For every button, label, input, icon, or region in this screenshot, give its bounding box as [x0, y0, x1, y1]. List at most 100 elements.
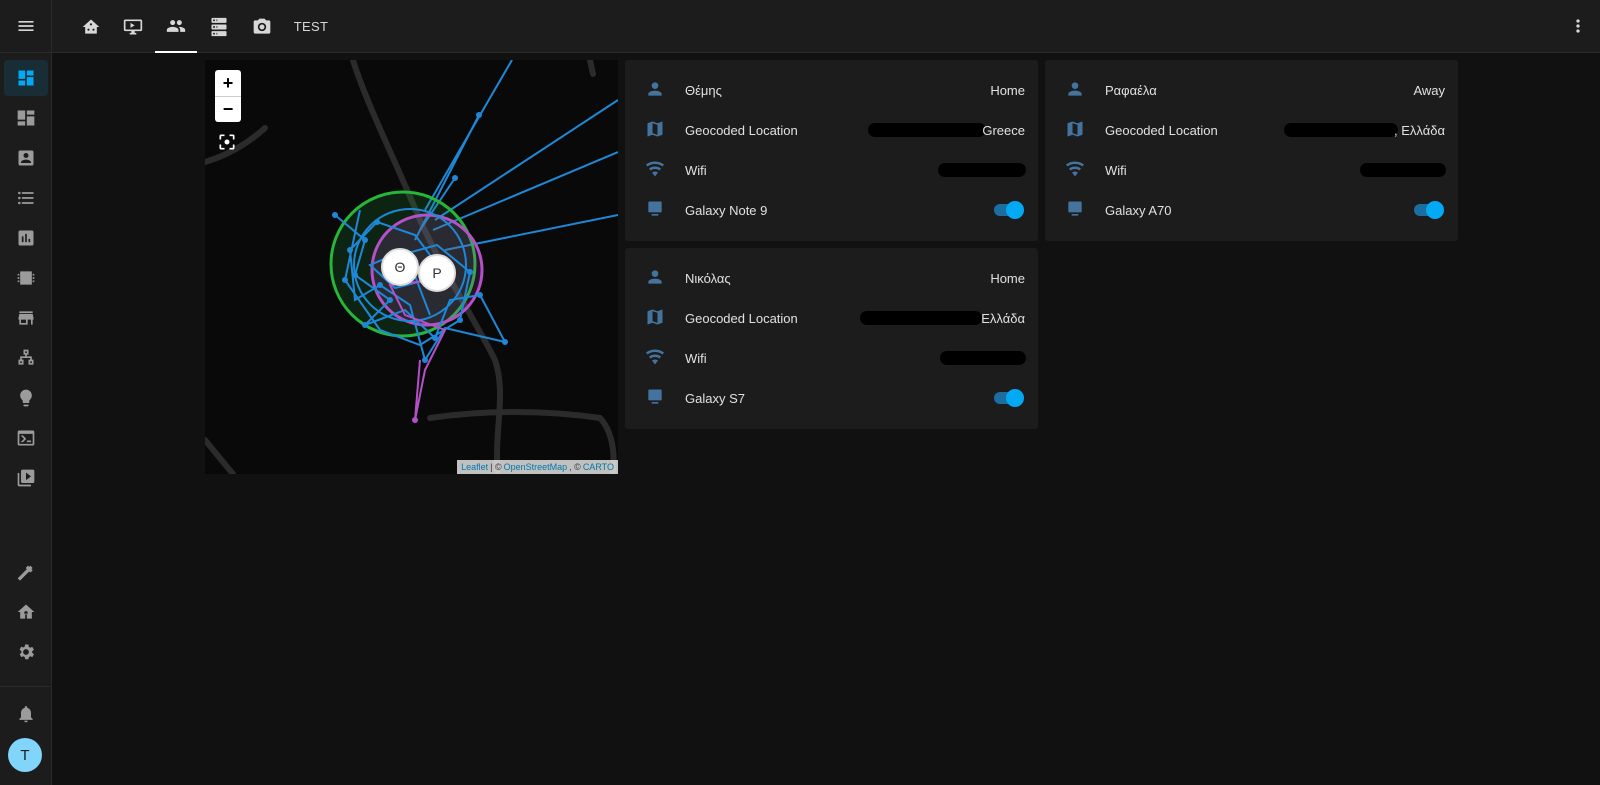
- entity-state: Away: [1413, 82, 1445, 98]
- person-marker[interactable]: Θ: [381, 248, 419, 286]
- tab-servers[interactable]: [198, 0, 240, 53]
- entity-state: , Ελλάδα: [1394, 122, 1445, 138]
- entity-state: Ελλάδα: [981, 310, 1025, 326]
- entity-name: Geocoded Location: [685, 122, 798, 138]
- overflow-menu-button[interactable]: [1568, 16, 1588, 36]
- sidebar-item-history[interactable]: [0, 218, 52, 258]
- sidebar-item-energy[interactable]: [0, 258, 52, 298]
- zoom-out-button[interactable]: −: [215, 96, 241, 122]
- home-assistant-icon: [82, 19, 100, 34]
- entity-row-geocoded-location[interactable]: Geocoded Location , Ελλάδα: [1045, 110, 1458, 150]
- sidebar-item-network[interactable]: [0, 338, 52, 378]
- store-icon: [18, 311, 34, 325]
- tab-test[interactable]: TEST: [285, 0, 337, 53]
- view-dashboard-icon: [18, 70, 34, 86]
- redacted-value: [860, 311, 982, 325]
- chart-box-icon: [18, 230, 34, 246]
- entity-row-person[interactable]: Ραφαέλα Away: [1045, 70, 1458, 110]
- tab-test-label: TEST: [293, 19, 329, 34]
- sidebar-divider: [0, 686, 52, 687]
- entity-row-geocoded-location[interactable]: Geocoded Location Greece: [625, 110, 1038, 150]
- format-list-bulleted-icon: [18, 191, 34, 205]
- map-card[interactable]: + − Θ P Leaflet | © OpenStreetMap , © CA…: [205, 60, 618, 474]
- entity-name: Galaxy Note 9: [685, 202, 768, 218]
- lightbulb-icon: [20, 389, 32, 407]
- openstreetmap-link[interactable]: OpenStreetMap: [504, 462, 568, 472]
- image-filter-center-focus-icon: [219, 134, 235, 150]
- entity-state: Home: [990, 270, 1025, 286]
- home-gear-icon: [17, 604, 35, 619]
- sidebar-item-logbook[interactable]: [0, 178, 52, 218]
- redacted-value: [1284, 123, 1398, 137]
- cellphone-icon: [1065, 199, 1087, 221]
- map-icon: [1065, 119, 1087, 141]
- zoom-control: + −: [215, 70, 241, 122]
- sidebar: T: [0, 0, 52, 785]
- sidebar-item-developer-tools[interactable]: [0, 552, 52, 592]
- wifi-icon: [645, 347, 667, 369]
- sidebar-item-notifications[interactable]: [0, 694, 52, 734]
- entities-card: Θέμης Home Geocoded Location Greece Wifi…: [625, 60, 1038, 241]
- cog-icon: [19, 644, 34, 660]
- cellphone-icon: [645, 199, 667, 221]
- sidebar-item-terminal[interactable]: [0, 418, 52, 458]
- entity-name: Galaxy A70: [1105, 202, 1172, 218]
- attribution-separator: , ©: [569, 462, 581, 472]
- device-toggle[interactable]: [994, 201, 1024, 219]
- zoom-in-button[interactable]: +: [215, 70, 241, 96]
- memory-icon: [17, 271, 35, 285]
- sidebar-item-people[interactable]: [0, 138, 52, 178]
- entity-row-person[interactable]: Νικόλας Home: [625, 258, 1038, 298]
- avatar-initial: T: [20, 746, 30, 764]
- menu-icon: [18, 21, 33, 31]
- leaflet-link[interactable]: Leaflet: [461, 462, 488, 472]
- map-icon: [645, 119, 667, 141]
- account-icon: [645, 267, 667, 289]
- map-attribution: Leaflet | © OpenStreetMap , © CARTO: [457, 460, 618, 474]
- wifi-icon: [1065, 159, 1087, 181]
- person-marker[interactable]: P: [418, 254, 456, 292]
- bell-icon: [19, 706, 33, 723]
- fit-map-button[interactable]: [217, 132, 239, 154]
- device-toggle[interactable]: [1414, 201, 1444, 219]
- dots-vertical-icon: [1576, 19, 1580, 33]
- server-icon: [211, 17, 227, 36]
- marker-label: Θ: [394, 259, 406, 275]
- sidebar-item-settings[interactable]: [0, 632, 52, 672]
- entities-card: Ραφαέλα Away Geocoded Location , Ελλάδα …: [1045, 60, 1458, 241]
- sidebar-item-supervisor[interactable]: [0, 592, 52, 632]
- avatar[interactable]: T: [8, 738, 42, 772]
- sidebar-item-store[interactable]: [0, 298, 52, 338]
- redacted-value: [1360, 163, 1446, 177]
- sitemap-icon: [18, 349, 34, 365]
- tab-people[interactable]: [155, 0, 197, 53]
- sidebar-item-dashboard[interactable]: [0, 98, 52, 138]
- entity-row-device[interactable]: Galaxy A70: [1045, 190, 1458, 230]
- entity-state: Greece: [982, 122, 1025, 138]
- tab-media[interactable]: [112, 0, 154, 53]
- entity-name: Geocoded Location: [1105, 122, 1218, 138]
- entity-row-device[interactable]: Galaxy S7: [625, 378, 1038, 418]
- entity-row-geocoded-location[interactable]: Geocoded Location Ελλάδα: [625, 298, 1038, 338]
- entity-row-wifi[interactable]: Wifi: [625, 338, 1038, 378]
- entity-name: Geocoded Location: [685, 310, 798, 326]
- entity-name: Ραφαέλα: [1105, 82, 1157, 98]
- map-icon: [645, 307, 667, 329]
- entity-row-wifi[interactable]: Wifi: [625, 150, 1038, 190]
- wifi-icon: [645, 159, 667, 181]
- menu-button[interactable]: [0, 0, 51, 53]
- tab-cameras[interactable]: [241, 0, 283, 53]
- entity-row-wifi[interactable]: Wifi: [1045, 150, 1458, 190]
- carto-link[interactable]: CARTO: [583, 462, 614, 472]
- sidebar-item-media[interactable]: [0, 458, 52, 498]
- entity-row-person[interactable]: Θέμης Home: [625, 70, 1038, 110]
- entity-name: Wifi: [1105, 162, 1127, 178]
- device-toggle[interactable]: [994, 389, 1024, 407]
- entity-row-device[interactable]: Galaxy Note 9: [625, 190, 1038, 230]
- sidebar-item-lights[interactable]: [0, 378, 52, 418]
- entity-name: Νικόλας: [685, 270, 731, 286]
- entities-card: Νικόλας Home Geocoded Location Ελλάδα Wi…: [625, 248, 1038, 429]
- sidebar-item-overview[interactable]: [0, 58, 52, 98]
- tab-home[interactable]: [70, 0, 112, 53]
- play-box-multiple-icon: [17, 469, 35, 487]
